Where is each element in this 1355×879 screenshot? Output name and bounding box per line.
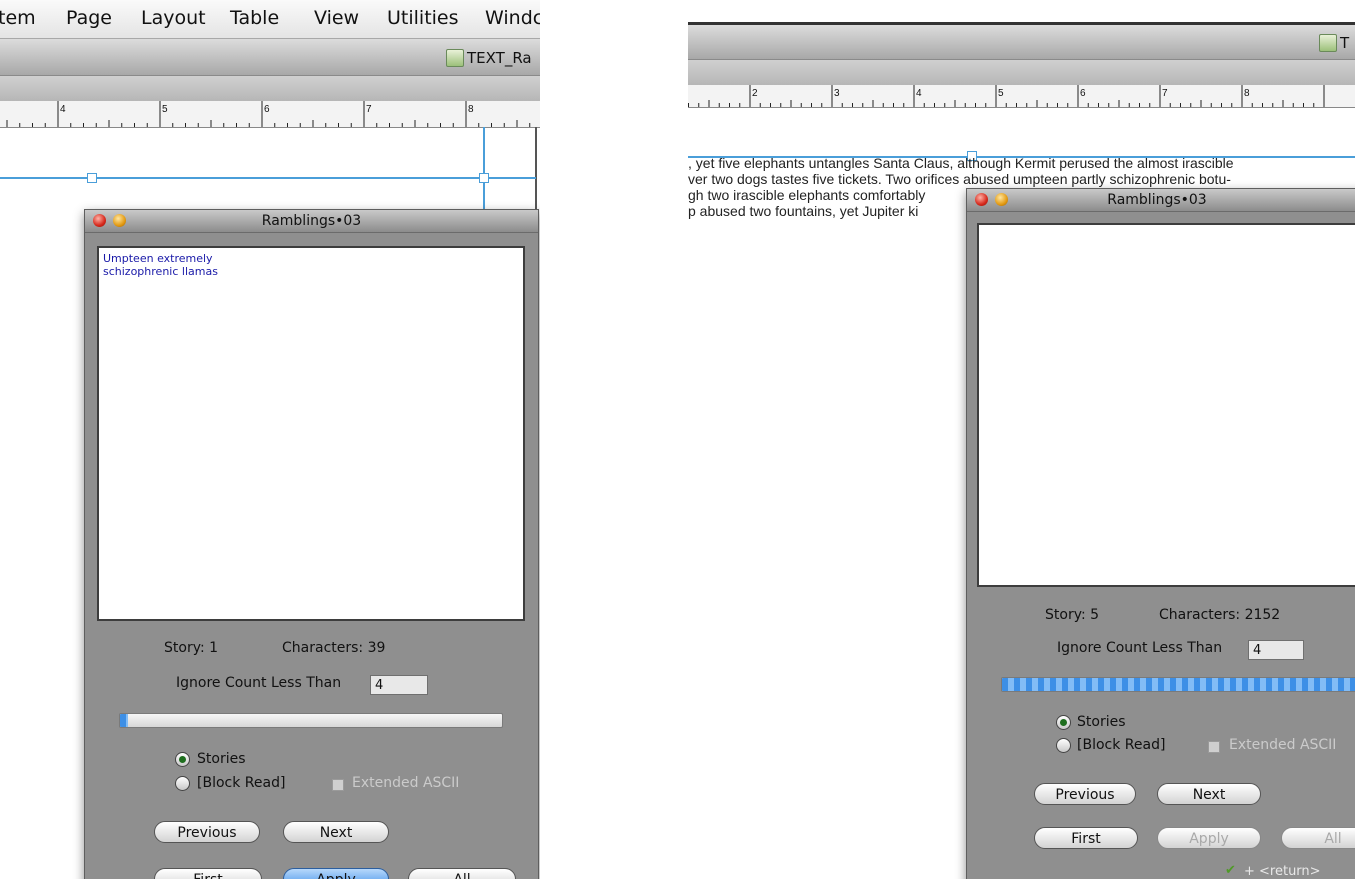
ruler-number: 8 [468,104,474,115]
all-button[interactable]: All [1281,827,1355,849]
next-button[interactable]: Next [1157,783,1261,805]
stories-label: Stories [197,751,246,767]
progress-fill [120,714,128,727]
ignore-count-label: Ignore Count Less Than [176,675,342,691]
left-screenshot: tem Page Layout Table View Utilities Win… [0,0,540,879]
guide-line [483,127,485,213]
document-titlebar: TEXT_Ra [0,39,540,76]
ruler-number: 4 [60,104,66,115]
ruler-number: 7 [366,104,372,115]
ruler-number: 4 [916,88,922,99]
body-text-line: ver two dogs tastes five tickets. Two or… [688,171,1231,187]
extended-ascii-checkbox[interactable] [1208,741,1220,753]
block-read-radio[interactable] [175,776,190,791]
dialog-titlebar: Ramblings•03 [85,210,538,233]
menu-bar: tem Page Layout Table View Utilities Win… [0,0,540,39]
menu-item-view[interactable]: View [314,7,359,29]
right-screenshot: T 2 3 4 5 6 7 8 , yet five elephants untangles… [688,0,1355,879]
progress-bar [1001,677,1355,692]
ignore-count-label: Ignore Count Less Than [1057,640,1223,656]
characters-label: Characters: 2152 [1159,607,1281,623]
previous-button[interactable]: Previous [1034,783,1136,805]
document-icon [446,49,464,67]
document-title: T [1340,34,1350,52]
text-box-handle[interactable] [87,173,97,183]
document-titlebar: T [688,25,1355,60]
ruler-number: 7 [1162,88,1168,99]
checkmark-icon: ✔ [1225,863,1236,878]
ruler-number: 5 [998,88,1004,99]
guide-line [0,177,536,179]
extended-ascii-label: Extended ASCII [1229,737,1337,753]
story-label: Story: 5 [1045,607,1100,623]
characters-label: Characters: 39 [282,640,386,656]
dialog-title: Ramblings•03 [1107,192,1207,208]
stories-label: Stories [1077,714,1126,730]
shortcut-hint: + <return> [1244,864,1321,879]
ruler-number: 8 [1244,88,1250,99]
story-text-line: schizophrenic llamas [103,265,218,278]
horizontal-ruler: 2 3 4 5 6 7 8 [688,85,1355,108]
ruler-number: 3 [834,88,840,99]
ruler-ticks: 4 5 6 7 8 [6,101,531,127]
story-text-line: Umpteen extremely [103,252,213,265]
ruler-number: 5 [162,104,168,115]
stories-radio[interactable] [1056,715,1071,730]
apply-button[interactable]: Apply [1157,827,1261,849]
menu-item-window[interactable]: Windc [485,7,540,29]
ignore-count-field[interactable]: 4 [370,675,428,695]
all-button[interactable]: All [408,868,516,879]
ruler-number: 6 [1080,88,1086,99]
progress-fill [1002,678,1355,691]
ramblings-dialog: Ramblings•03 Umpteen extremely schizophr… [84,209,539,879]
menu-item-table[interactable]: Table [230,7,279,29]
menu-item[interactable]: tem [0,7,36,29]
block-read-radio[interactable] [1056,738,1071,753]
next-button[interactable]: Next [283,821,389,843]
dialog-title: Ramblings•03 [261,213,362,229]
menu-item-page[interactable]: Page [66,7,112,29]
toolbar [0,76,540,102]
horizontal-ruler: 4 5 6 7 8 [0,101,540,128]
ruler-number: 2 [752,88,758,99]
dialog-titlebar: Ramblings•03 [967,189,1355,212]
story-text-area[interactable] [977,223,1355,587]
menu-item-utilities[interactable]: Utilities [387,7,459,29]
toolbar [688,60,1355,86]
apply-button[interactable]: Apply [283,868,389,879]
ramblings-dialog: Ramblings•03 Story: 5 Characters: 2152 I… [966,188,1355,879]
block-read-label: [Block Read] [1077,737,1166,753]
stories-radio[interactable] [175,752,190,767]
document-icon [1319,34,1337,52]
document-title: TEXT_Ra [467,49,532,67]
ruler-number: 6 [264,104,270,115]
text-box-handle[interactable] [479,173,489,183]
block-read-label: [Block Read] [197,775,286,791]
ignore-count-field[interactable]: 4 [1248,640,1304,660]
body-text-line: , yet five elephants untangles Santa Cla… [688,155,1234,171]
extended-ascii-checkbox[interactable] [332,779,344,791]
story-label: Story: 1 [164,640,219,656]
menu-item-layout[interactable]: Layout [141,7,206,29]
ruler-ticks: 2 3 4 5 6 7 8 [688,85,1325,107]
first-button[interactable]: First [1034,827,1138,849]
first-button[interactable]: First [154,868,262,879]
extended-ascii-label: Extended ASCII [352,775,460,791]
previous-button[interactable]: Previous [154,821,260,843]
progress-bar [119,713,503,728]
story-text-area[interactable]: Umpteen extremely schizophrenic llamas [97,246,525,621]
